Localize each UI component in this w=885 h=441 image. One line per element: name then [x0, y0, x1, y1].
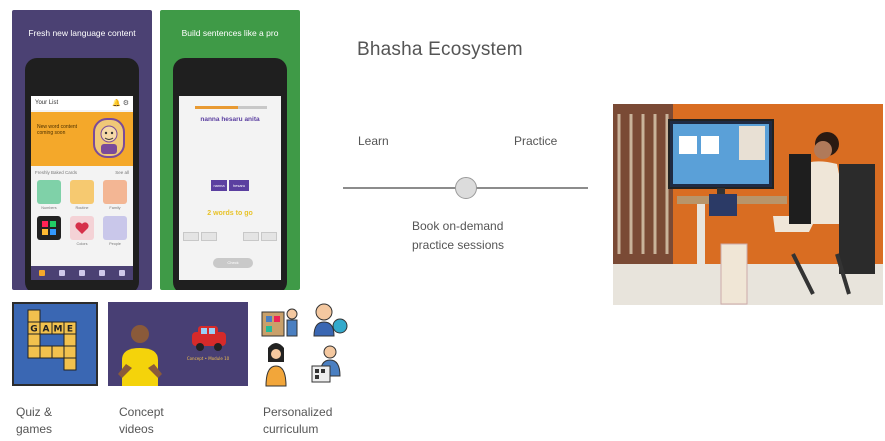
- tile-caption: People: [109, 242, 121, 246]
- quiz-letter: A: [43, 325, 50, 335]
- word-option[interactable]: [243, 232, 259, 241]
- stats-icon[interactable]: [79, 270, 85, 276]
- tile-routine[interactable]: [70, 180, 94, 204]
- answer-chip[interactable]: hesaru: [229, 180, 249, 191]
- phone-screen: nanna hesaru anita nanna hesaru 2 words …: [179, 96, 281, 280]
- cart-icon[interactable]: [119, 270, 125, 276]
- quiz-caption: Quiz & games: [16, 405, 53, 436]
- words-remaining: 2 words to go: [207, 210, 253, 217]
- promo-card-fresh-content: Fresh new language content Your List 🔔 ⚙…: [12, 10, 152, 290]
- quiz-letter: M: [54, 325, 63, 335]
- see-all-link[interactable]: See all: [115, 170, 129, 175]
- lessons-icon[interactable]: [59, 270, 65, 276]
- quiz-games-card[interactable]: G A M E: [12, 302, 98, 386]
- tile-caption: Numbers: [41, 206, 57, 210]
- promo-title: Fresh new language content: [28, 28, 136, 38]
- tile-people[interactable]: [103, 216, 127, 240]
- practice-session-photo: [613, 104, 883, 305]
- tile-caption: Routine: [75, 206, 89, 210]
- hero-text: New word content coming soon: [37, 124, 78, 136]
- header-icons: 🔔 ⚙: [112, 100, 129, 107]
- word-option[interactable]: [201, 232, 217, 241]
- word-option[interactable]: [261, 232, 277, 241]
- page-title: Bhasha Ecosystem: [357, 39, 523, 60]
- slider-label-practice: Practice: [514, 134, 558, 148]
- target-sentence: nanna hesaru anita: [200, 116, 260, 123]
- video-caption: Concept videos: [119, 405, 164, 436]
- slider-label-learn: Learn: [358, 134, 389, 148]
- answer-chip[interactable]: nanna: [211, 180, 227, 191]
- promo-card-build-sentences: Build sentences like a pro nanna hesaru …: [160, 10, 300, 290]
- quiz-letter: G: [30, 325, 37, 335]
- tile-family[interactable]: [103, 180, 127, 204]
- progress-fill: [195, 106, 239, 109]
- phone-mockup: Your List 🔔 ⚙ New word content coming so…: [25, 58, 139, 290]
- lesson-progress-bar: [195, 106, 267, 109]
- check-button[interactable]: Check: [213, 258, 253, 268]
- tile-caption: Family: [109, 206, 121, 210]
- video-car-label: Concept • Module 10: [187, 356, 230, 361]
- quiz-letter: E: [67, 325, 73, 335]
- section-header: Freshly Baked Cards See all: [35, 170, 129, 175]
- book-sessions-text: Book on-demand practice sessions: [412, 219, 505, 252]
- video-thumbnail: Concept • Module 10: [118, 325, 230, 386]
- app-header: Your List 🔔 ⚙: [31, 96, 133, 110]
- mascot-icon: [93, 118, 125, 158]
- library-icon[interactable]: [99, 270, 105, 276]
- home-icon[interactable]: [39, 270, 45, 276]
- tile-caption: Colors: [76, 242, 88, 246]
- word-option[interactable]: [183, 232, 199, 241]
- promo-title: Build sentences like a pro: [181, 28, 279, 38]
- tile-numbers[interactable]: [37, 180, 61, 204]
- curriculum-icons: [258, 300, 354, 388]
- bottom-nav: [31, 266, 133, 280]
- app-header-title: Your List: [35, 100, 59, 106]
- curriculum-caption: Personalized curriculum: [263, 405, 333, 436]
- tile-colors[interactable]: [37, 216, 61, 240]
- section-label: Freshly Baked Cards: [35, 170, 78, 175]
- tile-heart[interactable]: [70, 216, 94, 240]
- concept-video-card[interactable]: Concept • Module 10: [108, 302, 248, 386]
- phone-mockup: nanna hesaru anita nanna hesaru 2 words …: [173, 58, 287, 290]
- hero-banner[interactable]: New word content coming soon: [31, 112, 133, 166]
- crossword-icon: G A M E: [27, 309, 77, 371]
- phone-screen: Your List 🔔 ⚙ New word content coming so…: [31, 96, 133, 280]
- learn-practice-slider-handle[interactable]: [455, 177, 477, 199]
